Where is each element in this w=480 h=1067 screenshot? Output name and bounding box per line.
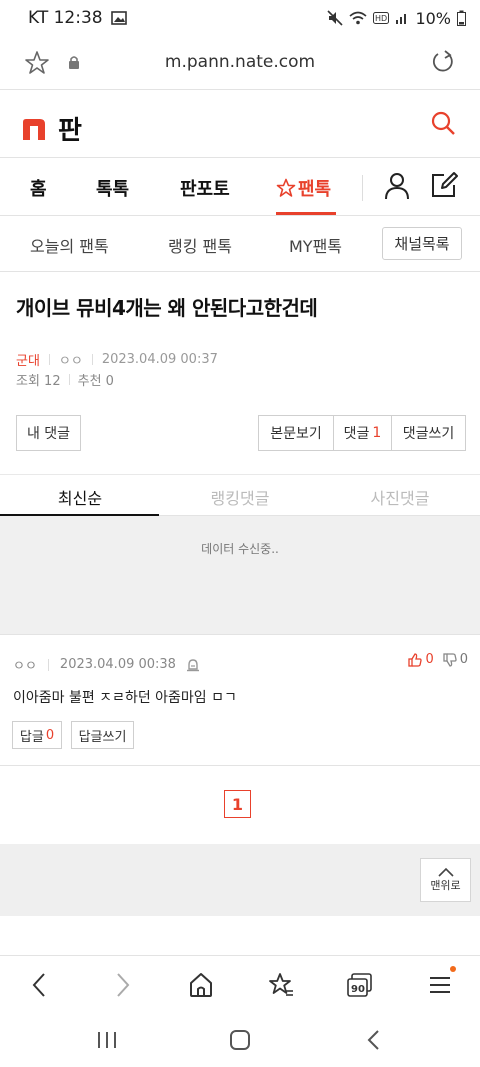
star-outline-icon (276, 178, 296, 197)
tabs-icon[interactable]: 90 (346, 971, 374, 1003)
site-logo[interactable]: 판 (22, 110, 82, 147)
post-date: 2023.04.09 00:37 (101, 352, 218, 367)
comment-author: ㅇㅇ (13, 659, 37, 674)
sub-nav: 오늘의 팬톡 랭킹 팬톡 MY팬톡 채널목록 (0, 216, 480, 272)
back-icon[interactable] (28, 971, 52, 1003)
post-stats: 조회 12 추천 0 (16, 370, 114, 389)
comment-tabs: 최신순 랭킹댓글 사진댓글 (0, 474, 480, 516)
view-body-button[interactable]: 본문보기 (258, 415, 334, 451)
downvote-button[interactable]: 0 (443, 652, 468, 667)
site-title: 판 (58, 116, 82, 146)
gallery-icon (110, 11, 127, 25)
post-action-row: 내 댓글 본문보기 댓글 1 댓글쓰기 (16, 415, 466, 451)
nate-logo-icon (22, 118, 46, 140)
reply-label: 답글 (19, 729, 44, 745)
comments-button[interactable]: 댓글 1 (333, 415, 392, 451)
battery-percent: 10% (415, 8, 451, 28)
menu-icon[interactable] (428, 971, 452, 1003)
thumbs-down-icon (443, 652, 457, 667)
carrier-time: KT 12:38 (28, 8, 103, 28)
write-reply-button[interactable]: 답글쓰기 (71, 721, 134, 749)
report-icon[interactable] (186, 658, 200, 672)
write-post-icon[interactable] (430, 171, 458, 203)
home-icon[interactable] (188, 971, 214, 1003)
upvote-count: 0 (425, 652, 434, 667)
loading-area: 데이터 수신중.. (0, 516, 480, 634)
meta-divider (48, 354, 50, 365)
meta-divider (68, 374, 70, 385)
comments-count: 1 (372, 425, 382, 441)
write-comment-button[interactable]: 댓글쓰기 (391, 415, 466, 451)
bookmarks-icon[interactable] (268, 971, 294, 1003)
nav-panpoto[interactable]: 판포토 (180, 175, 230, 201)
recent-apps-icon[interactable] (96, 1029, 118, 1055)
post-recommend: 추천 0 (77, 374, 114, 389)
meta-divider (91, 354, 93, 365)
tab-latest[interactable]: 최신순 (0, 485, 160, 509)
scroll-to-top-button[interactable]: 맨위로 (420, 858, 471, 902)
nav-pantok[interactable]: 팬톡 (276, 175, 331, 201)
nav-divider (362, 175, 363, 201)
post-views: 조회 12 (16, 374, 61, 389)
user-icon[interactable] (384, 172, 410, 204)
main-nav: 홈 톡톡 판포토 팬톡 (0, 158, 480, 216)
comment-item: ㅇㅇ 2023.04.09 00:38 0 0 이아줌마 불편 ㅈㄹ하던 아줌마… (0, 634, 480, 766)
tab-photo-comments[interactable]: 사진댓글 (320, 485, 480, 509)
loading-text: 데이터 수신중.. (201, 542, 279, 556)
subnav-my[interactable]: MY팬톡 (289, 233, 342, 257)
footer-band (0, 844, 480, 916)
search-icon[interactable] (430, 110, 456, 140)
comment-body: 이아줌마 불편 ㅈㄹ하던 아줌마임 ㅁㄱ (13, 690, 237, 706)
home-button-icon[interactable] (229, 1029, 251, 1055)
chevron-up-icon (437, 867, 454, 877)
upvote-button[interactable]: 0 (408, 652, 434, 667)
thumbs-up-icon (408, 652, 423, 667)
url-field[interactable]: m.pann.nate.com (0, 52, 480, 72)
battery-icon (457, 10, 466, 26)
notification-dot (450, 966, 456, 972)
post-category[interactable]: 군대 (16, 350, 40, 369)
browser-toolbar: 90 (0, 955, 480, 1013)
signal-icon (395, 11, 409, 25)
comment-votes: 0 0 (408, 652, 468, 667)
forward-icon[interactable] (110, 971, 134, 1003)
my-comments-button[interactable]: 내 댓글 (16, 415, 81, 451)
system-nav-bar (0, 1013, 480, 1067)
nav-home[interactable]: 홈 (30, 175, 47, 201)
nav-toktok[interactable]: 톡톡 (96, 175, 129, 201)
svg-text:HD: HD (375, 14, 387, 23)
nav-active-indicator (276, 212, 336, 215)
reply-button[interactable]: 답글 0 (12, 721, 62, 749)
hd-icon: HD (373, 12, 390, 24)
meta-divider (47, 658, 49, 671)
subnav-ranking[interactable]: 랭킹 팬톡 (168, 233, 232, 257)
post-author: ㅇㅇ (58, 354, 83, 369)
reply-count: 0 (45, 727, 55, 743)
page-1-button[interactable]: 1 (224, 790, 251, 818)
comments-label: 댓글 (343, 426, 370, 442)
tab-ranking-comments[interactable]: 랭킹댓글 (160, 485, 320, 509)
scroll-to-top-label: 맨위로 (430, 879, 461, 892)
comment-date: 2023.04.09 00:38 (59, 657, 176, 672)
mute-icon (327, 10, 344, 26)
nav-pantok-label: 팬톡 (298, 179, 332, 200)
status-bar: KT 12:38 HD 10% (0, 0, 480, 36)
post-title: 개이브 뮤비4개는 왜 안된다고한건데 (16, 296, 318, 320)
reload-icon[interactable] (430, 49, 456, 79)
downvote-count: 0 (459, 652, 468, 667)
tabs-count: 90 (351, 984, 365, 995)
wifi-icon (349, 11, 367, 25)
post-meta: 군대 ㅇㅇ 2023.04.09 00:37 (16, 350, 218, 369)
comment-meta: ㅇㅇ 2023.04.09 00:38 (13, 655, 200, 674)
channel-list-button[interactable]: 채널목록 (382, 227, 462, 260)
system-back-icon[interactable] (366, 1029, 382, 1055)
address-bar: m.pann.nate.com (0, 36, 480, 90)
subnav-today[interactable]: 오늘의 팬톡 (30, 233, 109, 257)
site-header: 판 (0, 90, 480, 158)
